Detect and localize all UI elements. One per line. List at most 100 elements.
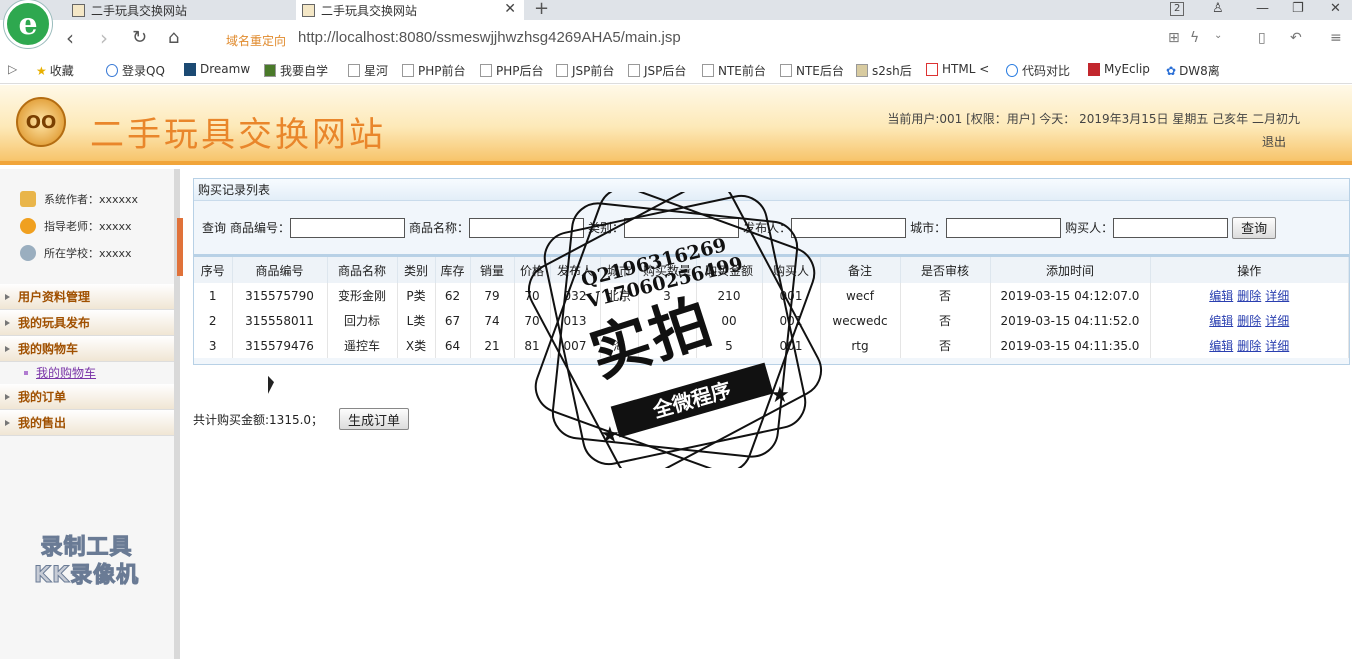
browser-icon (1006, 64, 1018, 77)
site-header: OO 二手玩具交换网站 当前用户:001 [权限：用户] 今天： 2019年3月… (0, 85, 1352, 165)
buyer-input[interactable] (1113, 217, 1229, 238)
bookmark-item[interactable]: HTML < (926, 62, 989, 76)
forward-icon[interactable]: › (100, 26, 108, 50)
bookmark-icon[interactable]: ▯ (1258, 30, 1266, 46)
col-header: 操作 (1150, 257, 1349, 283)
cell-code: 315575790 (232, 283, 328, 308)
undo-icon[interactable]: ↶ (1290, 30, 1302, 46)
menu-user-profile[interactable]: 用户资料管理 (0, 284, 174, 310)
redirect-label[interactable]: 域名重定向 (226, 32, 286, 49)
home-icon[interactable]: ⌂ (168, 26, 179, 50)
lightning-icon[interactable]: ϟ (1190, 30, 1199, 46)
detail-link[interactable]: 详细 (1265, 339, 1289, 353)
order-summary: 共计购买金额:1315.0； 生成订单 (193, 408, 410, 430)
user-group-icon (20, 190, 36, 207)
page-icon (402, 64, 414, 77)
col-header: 类别 (397, 257, 436, 283)
detail-link[interactable]: 详细 (1265, 314, 1289, 328)
cell-sales: 21 (470, 333, 515, 358)
bookmark-item[interactable]: 登录QQ (106, 62, 165, 79)
new-tab-icon[interactable]: + (534, 0, 549, 19)
edit-link[interactable]: 编辑 (1209, 314, 1233, 328)
col-header: 库存 (435, 257, 471, 283)
site-title: 二手玩具交换网站 (90, 115, 386, 155)
menu-my-toys[interactable]: 我的玩具发布 (0, 310, 174, 336)
tab-count-badge[interactable]: 2 (1170, 2, 1185, 16)
bookmark-item[interactable]: ✿ DW8离 (1166, 62, 1220, 79)
col-header: 销量 (470, 257, 515, 283)
cell-stock: 67 (435, 308, 471, 333)
bookmark-item[interactable]: PHP前台 (402, 62, 466, 79)
bookmark-item[interactable]: ★ 收藏 (36, 62, 74, 79)
browser-tab-1[interactable]: 二手玩具交换网站 (66, 0, 294, 20)
dreamweaver-icon (184, 62, 196, 76)
sidebar-toggle-icon[interactable]: ▷ (8, 62, 17, 76)
site-logo: OO (16, 97, 66, 147)
edit-link[interactable]: 编辑 (1209, 339, 1233, 353)
bookmark-item[interactable]: 星河 (348, 62, 388, 79)
cell-stock: 62 (435, 283, 471, 308)
bookmark-item[interactable]: Dreamw (184, 62, 250, 76)
generate-order-button[interactable]: 生成订单 (339, 408, 410, 430)
refresh-icon[interactable]: ↻ (132, 26, 147, 50)
city-input[interactable] (946, 217, 1062, 238)
page-icon (702, 64, 714, 77)
sidebar-info-author: 系统作者：xxxxxx (0, 185, 174, 212)
bookmark-item[interactable]: NTE前台 (702, 62, 766, 79)
cell-category: P类 (397, 283, 436, 308)
product-code-input[interactable] (290, 217, 406, 238)
close-tab-icon[interactable]: ✕ (504, 1, 516, 17)
bookmark-item[interactable]: 我要自学 (264, 62, 328, 79)
browser-logo-icon[interactable]: e (4, 0, 52, 48)
cell-audit: 否 (900, 283, 991, 308)
bookmark-item[interactable]: 代码对比 (1006, 62, 1070, 79)
mouse-cursor-icon (268, 375, 274, 397)
address-bar[interactable]: http://localhost:8080/ssmeswjjhwzhsg4269… (298, 29, 681, 46)
close-window-icon[interactable]: ✕ (1330, 0, 1341, 20)
bookmark-item[interactable]: MyEclip (1088, 62, 1150, 76)
cell-stock: 64 (435, 333, 471, 358)
menu-my-sales[interactable]: 我的售出 (0, 410, 174, 436)
label-name: 商品名称： (409, 221, 470, 235)
page-favicon-icon (302, 3, 315, 17)
logout-link[interactable]: 退出 (1262, 133, 1286, 150)
shirt-icon[interactable]: ♙ (1212, 0, 1224, 20)
restore-icon[interactable]: ❐ (1292, 0, 1304, 20)
cell-audit: 否 (900, 308, 991, 333)
paw-icon: ✿ (1166, 63, 1177, 78)
bookmark-item[interactable]: JSP后台 (628, 62, 686, 79)
bookmark-item[interactable]: NTE后台 (780, 62, 844, 79)
back-icon[interactable]: ‹ (66, 26, 74, 50)
minimize-icon[interactable]: — (1256, 0, 1269, 20)
detail-link[interactable]: 详细 (1265, 289, 1289, 303)
sidebar-item-my-cart[interactable]: 我的购物车 (0, 362, 174, 384)
cell-no: 3 (194, 333, 233, 358)
navigation-bar: ‹ › ↻ ⌂ 域名重定向 http://localhost:8080/ssme… (0, 20, 1352, 56)
page-icon (348, 64, 360, 77)
menu-my-cart[interactable]: 我的购物车 (0, 336, 174, 362)
cell-time: 2019-03-15 04:11:52.0 (990, 308, 1151, 333)
cell-note: wecf (820, 283, 901, 308)
cell-name: 回力标 (327, 308, 398, 333)
search-button[interactable]: 查询 (1232, 216, 1277, 239)
browser-tab-2[interactable]: 二手玩具交换网站 ✕ (296, 0, 524, 20)
sidebar-info-school: 所在学校：xxxxx (0, 239, 174, 266)
delete-link[interactable]: 删除 (1237, 339, 1261, 353)
page-icon (628, 64, 640, 77)
bookmarks-bar: ▷ ★ 收藏 登录QQ Dreamw 我要自学 星河 PHP前台 PHP后台 JS… (0, 56, 1352, 84)
bookmark-item[interactable]: JSP前台 (556, 62, 614, 79)
menu-my-orders[interactable]: 我的订单 (0, 384, 174, 410)
tab-title: 二手玩具交换网站 (321, 3, 418, 18)
menu-icon[interactable]: ≡ (1330, 30, 1342, 46)
chevron-down-icon[interactable]: ⌄ (1214, 30, 1222, 41)
sidebar-collapse-handle[interactable] (177, 218, 183, 276)
cell-no: 2 (194, 308, 233, 333)
site-icon (856, 64, 868, 77)
cell-audit: 否 (900, 333, 991, 358)
delete-link[interactable]: 删除 (1237, 314, 1261, 328)
grid-icon[interactable]: ⊞ (1168, 30, 1180, 46)
delete-link[interactable]: 删除 (1237, 289, 1261, 303)
bookmark-item[interactable]: PHP后台 (480, 62, 544, 79)
bookmark-item[interactable]: s2sh后 (856, 62, 912, 79)
edit-link[interactable]: 编辑 (1209, 289, 1233, 303)
